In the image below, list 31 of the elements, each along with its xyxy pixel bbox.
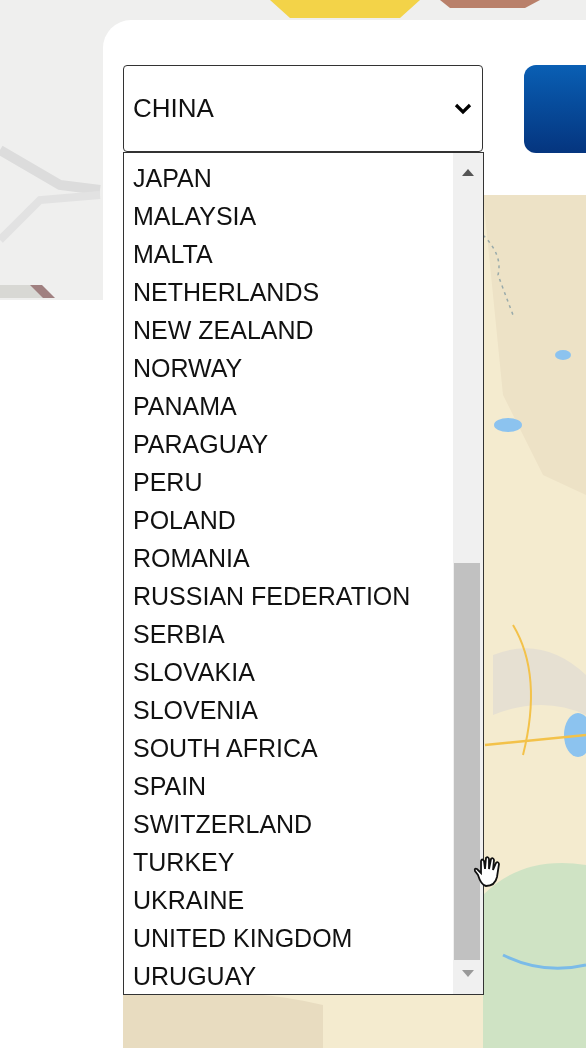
dropdown-option[interactable]: MALAYSIA — [133, 202, 257, 230]
dropdown-option[interactable]: SLOVAKIA — [133, 658, 255, 686]
dropdown-option[interactable]: NORWAY — [133, 354, 243, 382]
dropdown-option[interactable]: PANAMA — [133, 392, 237, 420]
dropdown-option[interactable]: JAPAN — [133, 164, 212, 192]
dropdown-option[interactable]: SOUTH AFRICA — [133, 734, 318, 762]
action-button[interactable] — [524, 65, 586, 153]
dropdown-option[interactable]: PARAGUAY — [133, 430, 269, 458]
stripe-shape — [0, 285, 55, 298]
dropdown-option[interactable]: RUSSIAN FEDERATION — [133, 582, 411, 610]
scroll-up-icon[interactable] — [462, 168, 474, 176]
dropdown-option[interactable]: NETHERLANDS — [133, 278, 320, 306]
dropdown-option[interactable]: PERU — [133, 468, 203, 496]
dropdown-option[interactable]: UKRAINE — [133, 886, 245, 914]
scrollbar-thumb[interactable] — [454, 563, 480, 960]
dropdown-option[interactable]: ROMANIA — [133, 544, 250, 572]
dropdown-option[interactable]: SERBIA — [133, 620, 225, 648]
dropdown-option[interactable]: SWITZERLAND — [133, 810, 313, 838]
dropdown-option[interactable]: MALTA — [133, 240, 213, 268]
dropdown-option[interactable]: URUGUAY — [133, 962, 257, 990]
country-select[interactable]: CHINA — [123, 65, 483, 152]
scroll-down-icon[interactable] — [462, 970, 474, 978]
chevron-down-icon — [454, 102, 472, 115]
dropdown-option[interactable]: SPAIN — [133, 772, 207, 800]
selected-value: CHINA — [133, 92, 214, 125]
dropdown-option[interactable]: NEW ZEALAND — [133, 316, 314, 344]
dropdown-option[interactable]: POLAND — [133, 506, 236, 534]
dropdown-option[interactable]: TURKEY — [133, 848, 235, 876]
scrollbar[interactable] — [453, 153, 483, 994]
dropdown-option[interactable]: SLOVENIA — [133, 696, 259, 724]
dropdown-option[interactable]: UNITED KINGDOM — [133, 924, 353, 952]
